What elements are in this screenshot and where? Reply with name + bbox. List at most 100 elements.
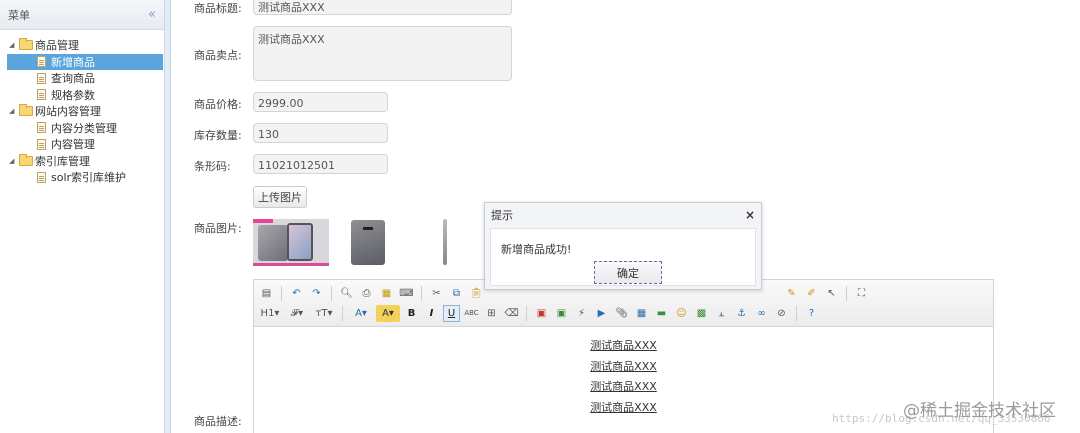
unlink-icon[interactable]: ⊘ <box>773 305 790 322</box>
sellpoint-textarea[interactable]: 测试商品XXX <box>253 26 512 81</box>
editor-line: 测试商品XXX <box>590 359 657 373</box>
toolbar-separator <box>342 305 343 321</box>
collapse-icon[interactable]: « <box>148 7 156 22</box>
multi-image-icon[interactable]: ▣ <box>553 305 570 322</box>
dialog-message: 新增商品成功! <box>501 243 572 256</box>
tree-item-add-goods[interactable]: 新增商品 <box>7 53 163 70</box>
page-break-icon[interactable]: ⫠ <box>713 305 730 322</box>
paste-icon[interactable]: 📋︎ <box>468 285 485 302</box>
alert-dialog: 提示 × 新增商品成功! 确定 <box>484 202 762 290</box>
redo-icon[interactable]: ↷ <box>308 285 325 302</box>
tree-item-label: 索引库管理 <box>35 154 90 168</box>
cut-icon[interactable]: ✂ <box>428 285 445 302</box>
tree-item-content[interactable]: 内容管理 <box>0 136 164 153</box>
tree-item-label: 规格参数 <box>51 88 95 102</box>
editor-content[interactable]: 测试商品XXX 测试商品XXX 测试商品XXX 测试商品XXX <box>254 327 993 419</box>
tree-item-label: 商品管理 <box>35 39 79 53</box>
clear-format-icon[interactable]: ✎ <box>783 285 800 302</box>
promo-tag <box>253 219 273 223</box>
insert-image-icon[interactable]: ▣ <box>533 305 550 322</box>
tree-item-goods-management[interactable]: ◢ 商品管理 <box>0 37 164 54</box>
code-icon[interactable]: ⌨ <box>398 285 415 302</box>
heading-icon[interactable]: H1▾ <box>258 305 282 322</box>
toolbar-separator <box>281 285 282 301</box>
preview-icon[interactable]: 🔍︎ <box>338 285 355 302</box>
rich-text-editor: ▤ ↶ ↷ 🔍︎ ⎙ ▦ ⌨ ✂ ⧉ 📋︎ ✎ ✐ ↖ ⛶ H1▾ 𝓕▾ тT▾… <box>253 279 994 433</box>
editor-line: 测试商品XXX <box>590 339 657 352</box>
file-icon <box>37 72 46 84</box>
copy-icon[interactable]: ⧉ <box>448 285 465 302</box>
tree-item-label: 网站内容管理 <box>35 105 101 119</box>
toolbar-separator <box>796 305 797 321</box>
sidebar-title: 菜单 <box>8 8 30 22</box>
close-icon[interactable]: × <box>745 208 755 222</box>
barcode-input[interactable]: 11021012501 <box>253 154 388 174</box>
tree-item-query-goods[interactable]: 查询商品 <box>0 70 164 87</box>
barcode-label: 条形码: <box>194 160 231 173</box>
tree-item-spec-params[interactable]: 规格参数 <box>0 87 164 104</box>
background-color-icon[interactable]: A▾ <box>376 304 400 322</box>
caret-down-icon[interactable]: ◢ <box>9 41 19 49</box>
dialog-title: 提示 <box>491 208 513 222</box>
format-brush-icon[interactable]: ✐ <box>803 285 820 302</box>
caret-down-icon[interactable]: ◢ <box>9 107 19 115</box>
stock-input[interactable]: 130 <box>253 123 388 143</box>
underline-icon[interactable]: U <box>443 304 460 322</box>
italic-icon[interactable]: I <box>423 305 440 322</box>
menu-tree: ◢ 商品管理 新增商品 查询商品 规格参数 ◢ 网站内容管理 内容分类管理 内容… <box>0 30 164 186</box>
media-icon[interactable]: ▶ <box>593 305 610 322</box>
undo-icon[interactable]: ↶ <box>288 285 305 302</box>
tree-item-content-management[interactable]: ◢ 网站内容管理 <box>0 103 164 120</box>
caret-down-icon[interactable]: ◢ <box>9 157 19 165</box>
upload-image-button[interactable]: 上传图片 <box>253 186 307 208</box>
help-icon[interactable]: ? <box>803 305 820 322</box>
folder-icon <box>19 153 33 166</box>
eraser-icon[interactable]: ⌫ <box>503 305 520 322</box>
tree-item-index-management[interactable]: ◢ 索引库管理 <box>0 153 164 170</box>
fullscreen-icon[interactable]: ⛶ <box>853 285 870 302</box>
file-icon <box>37 122 46 134</box>
emoticon-icon[interactable]: ☺ <box>673 305 690 322</box>
source-code-icon[interactable]: ▤ <box>258 285 275 302</box>
font-family-icon[interactable]: 𝓕▾ <box>285 305 309 322</box>
product-image-thumbnail[interactable] <box>253 219 329 266</box>
price-input[interactable]: 2999.00 <box>253 92 388 112</box>
file-icon <box>37 138 46 150</box>
toolbar-separator <box>331 285 332 301</box>
tree-item-solr-index[interactable]: solr索引库维护 <box>0 169 164 186</box>
tree-item-label: 新增商品 <box>51 55 95 69</box>
flash-icon[interactable]: ⚡ <box>573 305 590 322</box>
file-icon <box>37 89 46 101</box>
phone-back-image <box>258 225 288 261</box>
select-all-icon[interactable]: ↖ <box>823 285 840 302</box>
ok-button[interactable]: 确定 <box>594 261 662 284</box>
tree-item-label: 内容分类管理 <box>51 121 117 135</box>
attachment-icon[interactable]: 📎︎ <box>613 305 630 322</box>
table-icon[interactable]: ⊞ <box>483 305 500 322</box>
map-icon[interactable]: ▩ <box>693 305 710 322</box>
file-icon <box>37 171 46 183</box>
strikethrough-icon[interactable]: ABC <box>463 305 480 322</box>
tree-item-content-category[interactable]: 内容分类管理 <box>0 120 164 137</box>
font-color-icon[interactable]: A▾ <box>349 305 373 322</box>
price-label: 商品价格: <box>194 98 242 111</box>
dialog-titlebar[interactable]: 提示 × <box>485 203 761 226</box>
anchor-icon[interactable]: ⚓ <box>733 305 750 322</box>
panel-splitter[interactable] <box>165 0 171 433</box>
title-label: 商品标题: <box>194 2 242 15</box>
toolbar-separator <box>421 285 422 301</box>
phone-front-image <box>287 223 313 261</box>
stock-label: 库存数量: <box>194 129 242 142</box>
link-icon[interactable]: ∞ <box>753 305 770 322</box>
insert-table-icon[interactable]: ▦ <box>633 305 650 322</box>
product-image-thumbnail[interactable] <box>351 219 385 266</box>
horizontal-rule-icon[interactable]: ▬ <box>653 305 670 322</box>
phone-side-image <box>443 219 447 265</box>
image-label: 商品图片: <box>194 222 242 235</box>
bold-icon[interactable]: B <box>403 305 420 322</box>
product-image-thumbnail[interactable] <box>443 219 448 266</box>
print-icon[interactable]: ⎙ <box>358 285 375 302</box>
font-size-icon[interactable]: тT▾ <box>312 305 336 322</box>
template-icon[interactable]: ▦ <box>378 285 395 302</box>
title-input[interactable]: 测试商品XXX <box>253 0 512 15</box>
